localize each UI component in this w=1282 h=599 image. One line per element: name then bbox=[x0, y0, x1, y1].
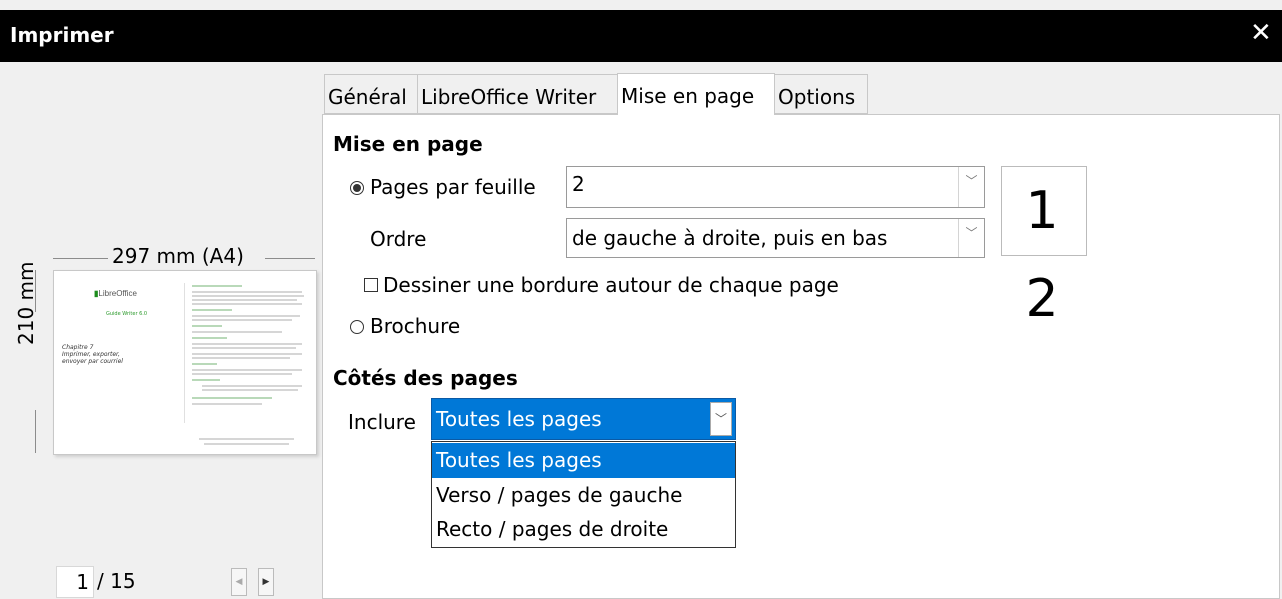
order-label: Ordre bbox=[370, 227, 427, 251]
chapter-title: Chapitre 7 Imprimer, exporter, envoyer p… bbox=[62, 344, 123, 365]
include-label: Inclure bbox=[348, 410, 416, 434]
pages-per-sheet-label: Pages par feuille bbox=[370, 175, 536, 199]
page-width-label: 297 mm (A4) bbox=[112, 244, 244, 268]
dimension-line bbox=[265, 258, 315, 259]
page-total: / 15 bbox=[97, 569, 136, 593]
chevron-down-icon[interactable]: ﹀ bbox=[710, 402, 732, 436]
section-title-layout: Mise en page bbox=[333, 132, 483, 156]
title-bar: Imprimer ✕ bbox=[0, 10, 1282, 62]
dropdown-option-left[interactable]: Verso / pages de gauche bbox=[432, 478, 735, 513]
column-divider bbox=[184, 283, 185, 423]
page-number-field[interactable]: 1 bbox=[56, 566, 94, 598]
close-icon[interactable]: ✕ bbox=[1250, 18, 1272, 48]
pages-per-sheet-value: 2 bbox=[572, 172, 585, 196]
page-height-label: 210 mm bbox=[14, 261, 38, 346]
include-value: Toutes les pages bbox=[436, 407, 602, 431]
border-checkbox[interactable] bbox=[364, 278, 378, 292]
chevron-down-icon: ﹀ bbox=[958, 219, 984, 257]
section-title-sides: Côtés des pages bbox=[333, 366, 518, 390]
dropdown-option-right[interactable]: Recto / pages de droite bbox=[432, 512, 735, 547]
dimension-line bbox=[53, 258, 108, 259]
chevron-down-icon: ﹀ bbox=[958, 167, 984, 207]
brochure-radio[interactable] bbox=[350, 320, 364, 334]
dimension-line bbox=[35, 410, 36, 453]
print-preview-thumbnail: ▮LibreOffice Guide Writer 6.0 Chapitre 7… bbox=[53, 270, 317, 455]
order-value: de gauche à droite, puis en bas bbox=[572, 226, 888, 250]
pages-per-sheet-radio[interactable] bbox=[350, 181, 364, 195]
include-dropdown-list: Toutes les pages Verso / pages de gauche… bbox=[431, 441, 736, 548]
libreoffice-logo: ▮LibreOffice bbox=[94, 289, 137, 298]
tab-libreoffice-writer[interactable]: LibreOffice Writer bbox=[417, 74, 618, 114]
border-label: Dessiner une bordure autour de chaque pa… bbox=[383, 273, 839, 297]
tab-general[interactable]: Général bbox=[324, 74, 418, 114]
guide-title: Guide Writer 6.0 bbox=[106, 311, 148, 317]
pages-layout-preview: 1 2 bbox=[1001, 166, 1087, 329]
include-select[interactable]: Toutes les pages ﹀ bbox=[431, 398, 736, 440]
dropdown-option-all[interactable]: Toutes les pages bbox=[432, 443, 735, 478]
triangle-right-icon[interactable]: ▶ bbox=[258, 568, 274, 596]
brochure-label: Brochure bbox=[370, 314, 461, 338]
window-title: Imprimer bbox=[10, 23, 114, 47]
page-number-value: 1 bbox=[76, 570, 89, 594]
tab-mise-en-page[interactable]: Mise en page bbox=[617, 73, 775, 115]
tab-options[interactable]: Options bbox=[774, 74, 868, 114]
pages-per-sheet-select[interactable]: 2 ﹀ bbox=[566, 166, 985, 208]
order-select[interactable]: de gauche à droite, puis en bas ﹀ bbox=[566, 218, 985, 258]
triangle-left-icon[interactable]: ◀ bbox=[231, 568, 247, 596]
